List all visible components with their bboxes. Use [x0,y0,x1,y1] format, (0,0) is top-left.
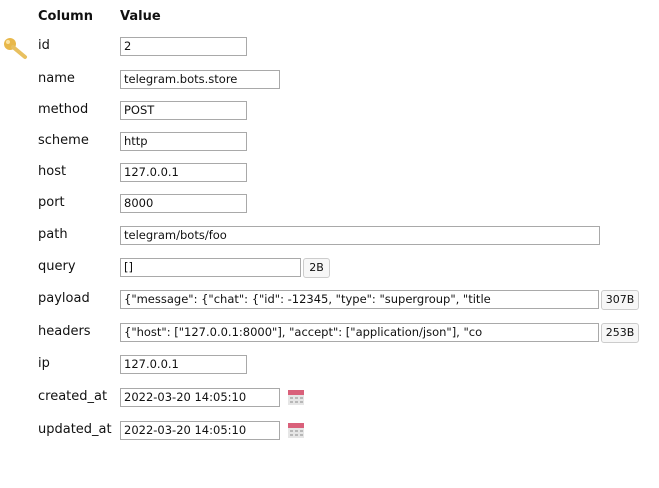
field-input[interactable]: 2022-03-20 14:05:10 [120,421,280,440]
field-input[interactable]: telegram.bots.store [120,70,280,89]
field-input[interactable]: [] [120,258,301,277]
field-input[interactable]: telegram/bots/foo [120,226,600,245]
field-label: method [38,102,89,117]
field-input[interactable]: 2022-03-20 14:05:10 [120,388,280,407]
value-header: Value [120,9,161,24]
size-button[interactable]: 2B [303,258,330,278]
field-input[interactable]: {"host": ["127.0.0.1:8000"], "accept": [… [120,323,599,342]
field-label: payload [38,291,90,306]
calendar-icon[interactable] [287,421,305,439]
size-button[interactable]: 253B [601,323,639,343]
field-input[interactable]: POST [120,101,247,120]
field-input[interactable]: 8000 [120,194,247,213]
field-label: query [38,259,76,274]
field-label: scheme [38,133,89,148]
key-icon [4,38,27,59]
field-input[interactable]: 127.0.0.1 [120,163,247,182]
field-label: name [38,71,75,86]
field-label: port [38,195,65,210]
field-input[interactable]: http [120,132,247,151]
field-input[interactable]: 2 [120,37,247,56]
field-label: ip [38,356,50,371]
calendar-icon[interactable] [287,388,305,406]
field-label: id [38,38,50,53]
field-label: created_at [38,389,108,404]
field-label: headers [38,324,91,339]
field-input[interactable]: {"message": {"chat": {"id": -12345, "typ… [120,290,599,309]
field-label: host [38,164,67,179]
field-label: path [38,227,68,242]
column-header: Column [38,9,93,24]
field-label: updated_at [38,422,112,437]
size-button[interactable]: 307B [601,290,639,310]
field-input[interactable]: 127.0.0.1 [120,355,247,374]
